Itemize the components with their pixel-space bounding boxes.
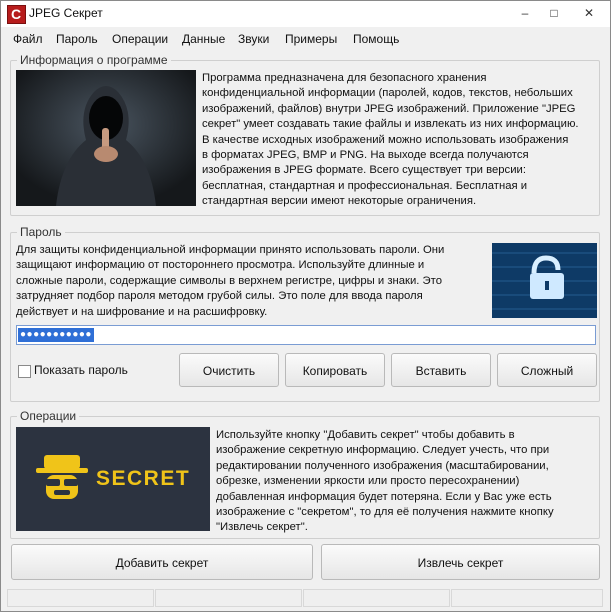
show-password-checkbox[interactable] bbox=[18, 365, 31, 378]
menu-operations[interactable]: Операции bbox=[112, 32, 168, 46]
menu-examples[interactable]: Примеры bbox=[285, 32, 337, 46]
status-bar bbox=[7, 589, 604, 607]
show-password-label[interactable]: Показать пароль bbox=[34, 363, 128, 377]
status-cell bbox=[155, 589, 302, 607]
padlock-image bbox=[492, 243, 597, 318]
clear-button[interactable]: Очистить bbox=[179, 353, 279, 387]
app-window: C JPEG Секрет – □ ✕ Файл Пароль Операции… bbox=[0, 0, 611, 612]
hooded-figure-image bbox=[16, 70, 196, 206]
menu-help[interactable]: Помощь bbox=[353, 32, 399, 46]
window-title: JPEG Секрет bbox=[29, 6, 103, 20]
status-cell bbox=[303, 589, 450, 607]
status-cell bbox=[7, 589, 154, 607]
operations-text: Используйте кнопку "Добавить секрет" что… bbox=[216, 429, 554, 534]
menu-data[interactable]: Данные bbox=[182, 32, 225, 46]
add-secret-button[interactable]: Добавить секрет bbox=[11, 544, 313, 580]
spy-icon bbox=[36, 455, 88, 499]
copy-button[interactable]: Копировать bbox=[285, 353, 385, 387]
password-legend: Пароль bbox=[17, 225, 65, 239]
maximize-button[interactable]: □ bbox=[540, 3, 568, 23]
menu-bar: Файл Пароль Операции Данные Звуки Пример… bbox=[1, 28, 610, 50]
info-legend: Информация о программе bbox=[17, 53, 171, 67]
secret-word: SECRET bbox=[96, 467, 191, 490]
app-logo-icon: C bbox=[7, 5, 26, 24]
menu-file[interactable]: Файл bbox=[13, 32, 43, 46]
complex-password-button[interactable]: Сложный bbox=[497, 353, 597, 387]
title-bar: C JPEG Секрет – □ ✕ bbox=[1, 1, 610, 27]
operations-legend: Операции bbox=[17, 409, 80, 423]
menu-sounds[interactable]: Звуки bbox=[238, 32, 269, 46]
menu-password[interactable]: Пароль bbox=[56, 32, 98, 46]
status-cell bbox=[451, 589, 603, 607]
info-text: Программа предназначена для безопасного … bbox=[202, 72, 579, 208]
extract-secret-button[interactable]: Извлечь секрет bbox=[321, 544, 600, 580]
close-button[interactable]: ✕ bbox=[575, 3, 603, 23]
password-input[interactable]: ●●●●●●●●●●● bbox=[16, 325, 596, 345]
secret-agent-image: SECRET bbox=[16, 427, 210, 531]
password-text: Для защиты конфиденциальной информации п… bbox=[16, 244, 445, 318]
paste-button[interactable]: Вставить bbox=[391, 353, 491, 387]
minimize-button[interactable]: – bbox=[511, 3, 539, 23]
